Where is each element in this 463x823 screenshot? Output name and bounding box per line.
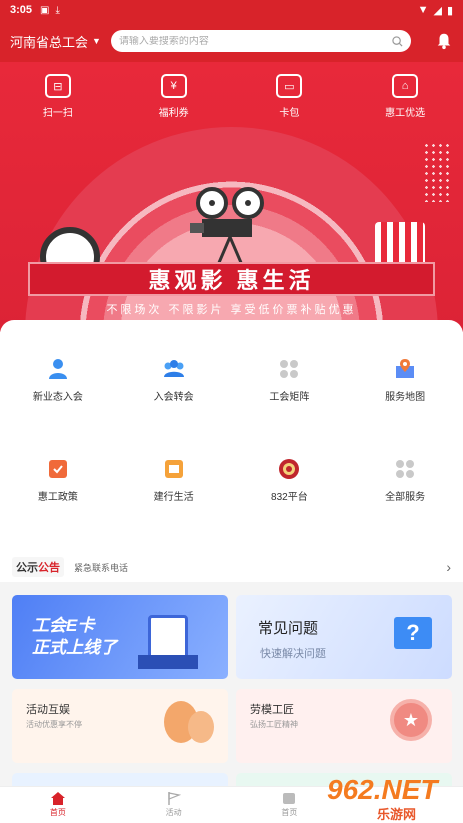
quick-wallet[interactable]: ▭ 卡包 (249, 74, 329, 119)
quick-actions: ⊟ 扫一扫 ¥ 福利券 ▭ 卡包 ⌂ 惠工优选 (0, 74, 463, 119)
quick-scan[interactable]: ⊟ 扫一扫 (18, 74, 98, 119)
model-worker-tile[interactable]: 劳模工匠 弘扬工匠精神 ★ (236, 689, 452, 763)
quick-shop[interactable]: ⌂ 惠工优选 (365, 74, 445, 119)
service-label: 建行生活 (153, 492, 194, 503)
service-all[interactable]: 全部服务 (347, 458, 463, 503)
model-worker-sub: 弘扬工匠精神 (250, 720, 298, 729)
quick-coupon[interactable]: ¥ 福利券 (134, 74, 214, 119)
notice-text: 紧急联系电话 (74, 562, 129, 573)
tab-label: 首页 (49, 808, 66, 817)
ccb-life-icon (164, 460, 183, 478)
banner-title-box: 惠观影 惠生活 (28, 262, 435, 296)
shop-icon: ⌂ (392, 74, 419, 98)
worker-icon (48, 359, 67, 379)
activity-sub: 活动优惠享不停 (26, 720, 82, 729)
film-projector-icon (190, 187, 264, 266)
chevron-right-icon[interactable]: › (446, 559, 451, 575)
region-label: 河南省总工会 (10, 34, 89, 50)
activity-tile[interactable]: 活动互娱 活动优惠享不停 (12, 689, 228, 763)
quick-label: 福利券 (158, 108, 189, 119)
question-icon: ? (394, 617, 432, 649)
flag-icon (167, 792, 181, 805)
service-ccb-life[interactable]: 建行生活 (116, 458, 232, 503)
status-time: 3:05 (10, 4, 33, 16)
notice-bar[interactable]: 公示公告 紧急联系电话 › (0, 552, 463, 582)
faq-title: 常见问题 (258, 620, 319, 637)
signal-icon: ◢ (433, 4, 442, 17)
medal-icon: ★ (390, 699, 432, 741)
service-label: 服务地图 (385, 392, 426, 403)
group-icon (163, 360, 184, 377)
tab-activity[interactable]: 活动 (116, 787, 232, 823)
service-832-platform[interactable]: 832平台 (232, 458, 348, 503)
service-join-transfer[interactable]: 入会转会 (116, 358, 232, 403)
wallet-icon: ▭ (276, 74, 303, 98)
search-box[interactable] (110, 30, 411, 52)
notice-tag-b: 公告 (38, 562, 60, 574)
ecard-line2: 正式上线了 (32, 638, 117, 657)
grid-icon (280, 360, 299, 378)
bell-icon[interactable] (435, 32, 453, 50)
service-label: 入会转会 (153, 392, 194, 403)
notice-tag: 公示公告 (12, 557, 64, 577)
scan-icon: ⊟ (44, 74, 71, 98)
service-label: 全部服务 (385, 492, 426, 503)
notification-icon: ▣ (40, 4, 50, 16)
service-union-matrix[interactable]: 工会矩阵 (232, 358, 348, 403)
map-icon (396, 359, 415, 378)
status-bar: 3:05 ▣ ⤓ ▼ ◢ ▮ (0, 0, 463, 20)
all-services-icon (396, 460, 415, 478)
services-grid: 新业态入会 入会转会 工会矩阵 服务地图 惠工政策 建行生活 832平台 全部服… (0, 320, 463, 503)
hero-banner[interactable]: ⊟ 扫一扫 ¥ 福利券 ▭ 卡包 ⌂ 惠工优选 惠观影 惠生活 不限场次 不限影… (0, 62, 463, 332)
tab-home[interactable]: 首页 (0, 787, 116, 823)
quick-label: 卡包 (279, 108, 300, 119)
watermark-logo: 962.NET 乐游网 (327, 774, 457, 822)
ticket-icon (283, 793, 296, 804)
ecard-text: 工会E卡 正式上线了 (32, 615, 117, 659)
banner-title: 惠观影 惠生活 (148, 268, 315, 293)
service-label: 832平台 (271, 492, 308, 503)
coupon-icon: ¥ (160, 74, 187, 98)
service-label: 新业态入会 (32, 392, 83, 403)
quick-label: 扫一扫 (42, 108, 73, 119)
home-icon (50, 792, 65, 805)
ecard-line1: 工会E卡 (32, 616, 95, 635)
service-new-member[interactable]: 新业态入会 (0, 358, 116, 403)
podium-illustration (138, 655, 198, 669)
dot-pattern (423, 142, 451, 202)
service-label: 惠工政策 (37, 492, 78, 503)
battery-icon: ▮ (446, 4, 453, 17)
tab-label: 首页 (281, 808, 298, 817)
service-map[interactable]: 服务地图 (347, 358, 463, 403)
faq-tile[interactable]: 常见问题 快速解决问题 ? (236, 595, 452, 679)
policy-icon (48, 460, 67, 478)
balloon-icon (188, 711, 214, 743)
watermark-number: 962.NET (327, 774, 438, 805)
services-card: 新业态入会 入会转会 工会矩阵 服务地图 惠工政策 建行生活 832平台 全部服… (0, 320, 463, 552)
notice-tag-a: 公示 (16, 562, 38, 574)
banner-subtitle: 不限场次 不限影片 享受低价票补贴优惠 (106, 304, 357, 316)
search-icon (392, 35, 403, 47)
search-input[interactable] (118, 35, 392, 47)
activity-title: 活动互娱 (26, 704, 70, 716)
model-worker-title: 劳模工匠 (250, 704, 294, 716)
service-policy[interactable]: 惠工政策 (0, 458, 116, 503)
quick-label: 惠工优选 (385, 108, 426, 119)
union-emblem-icon (279, 459, 300, 479)
faq-sub: 快速解决问题 (260, 648, 326, 660)
watermark-sub: 乐游网 (377, 807, 417, 822)
top-bar: 河南省总工会 ▼ (0, 20, 463, 62)
region-selector[interactable]: 河南省总工会 ▼ (10, 32, 101, 51)
caret-down-icon: ▼ (92, 36, 101, 46)
tab-label: 活动 (165, 808, 182, 817)
download-icon: ⤓ (55, 4, 60, 16)
ecard-tile[interactable]: 工会E卡 正式上线了 (12, 595, 228, 679)
wifi-icon: ▼ (417, 4, 429, 16)
service-label: 工会矩阵 (269, 392, 310, 403)
